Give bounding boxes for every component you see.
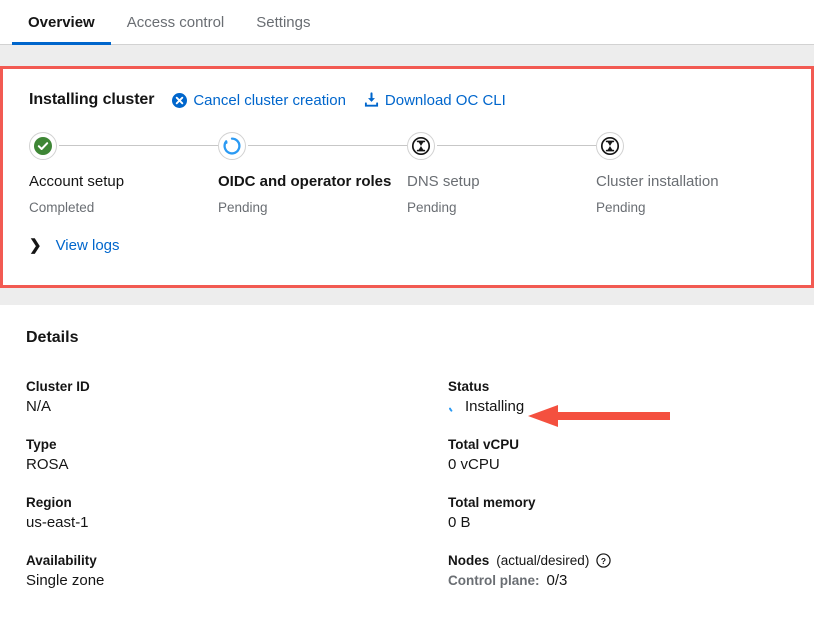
detail-region-label: Region: [26, 495, 448, 510]
detail-total-memory-label: Total memory: [448, 495, 788, 510]
detail-availability-value: Single zone: [26, 572, 448, 589]
spinner-icon: [218, 132, 246, 160]
detail-cluster-id-value: N/A: [26, 398, 448, 415]
step-cluster-installation: Cluster installation Pending: [596, 131, 785, 215]
step-dns-setup-title: DNS setup: [407, 173, 596, 190]
download-oc-cli-label: Download OC CLI: [385, 92, 506, 109]
detail-availability-label: Availability: [26, 553, 448, 568]
detail-total-vcpu-value: 0 vCPU: [448, 456, 788, 473]
step-account-setup-title: Account setup: [29, 173, 218, 190]
step-connector: [59, 145, 218, 146]
detail-region-value: us-east-1: [26, 514, 448, 531]
view-logs-toggle[interactable]: ❯ View logs: [29, 237, 120, 254]
installing-cluster-panel: Installing cluster Cancel cluster creati…: [0, 66, 814, 288]
step-oidc-operator-roles-status: Pending: [218, 200, 407, 215]
detail-type-value: ROSA: [26, 456, 448, 473]
tab-settings-label: Settings: [256, 14, 310, 31]
detail-nodes: Nodes (actual/desired) ? Control plane: …: [448, 553, 788, 589]
detail-nodes-label: Nodes (actual/desired) ?: [448, 553, 788, 568]
detail-nodes-label-text: Nodes: [448, 553, 489, 568]
cancel-cluster-creation-button[interactable]: Cancel cluster creation: [172, 92, 346, 109]
step-oidc-operator-roles: OIDC and operator roles Pending: [218, 131, 407, 215]
detail-cluster-id: Cluster ID N/A: [26, 379, 448, 415]
detail-total-vcpu-label: Total vCPU: [448, 437, 788, 452]
installation-stepper: Account setup Completed OIDC and operato…: [29, 131, 785, 215]
step-dns-setup: DNS setup Pending: [407, 131, 596, 215]
cancel-cluster-creation-label: Cancel cluster creation: [193, 92, 346, 109]
tab-access-control[interactable]: Access control: [111, 0, 241, 45]
panel-spacer: [0, 288, 814, 305]
detail-total-memory-value: 0 B: [448, 514, 788, 531]
view-logs-label: View logs: [56, 237, 120, 254]
detail-total-vcpu: Total vCPU 0 vCPU: [448, 437, 788, 473]
detail-type: Type ROSA: [26, 437, 448, 473]
details-card: Details Cluster ID N/A Status Installing…: [0, 305, 814, 633]
detail-nodes-control-plane: Control plane: 0/3: [448, 572, 788, 589]
download-oc-cli-button[interactable]: Download OC CLI: [364, 92, 506, 109]
hourglass-icon: [407, 132, 435, 160]
install-panel-title: Installing cluster: [29, 91, 154, 109]
step-connector: [437, 145, 596, 146]
detail-status: Status Installing: [448, 379, 788, 415]
tab-access-control-label: Access control: [127, 14, 225, 31]
detail-region: Region us-east-1: [26, 495, 448, 531]
detail-cluster-id-label: Cluster ID: [26, 379, 448, 394]
step-oidc-operator-roles-title: OIDC and operator roles: [218, 173, 407, 190]
detail-nodes-control-plane-label: Control plane:: [448, 573, 540, 588]
detail-availability: Availability Single zone: [26, 553, 448, 589]
install-panel-header: Installing cluster Cancel cluster creati…: [29, 91, 785, 109]
step-connector: [248, 145, 407, 146]
status-value: Installing: [448, 398, 788, 415]
step-cluster-installation-status: Pending: [596, 200, 785, 215]
svg-text:?: ?: [601, 556, 606, 566]
spinner-icon: [448, 401, 460, 413]
tab-overview-label: Overview: [28, 14, 95, 31]
chevron-right-icon: ❯: [29, 238, 42, 253]
check-circle-icon: [29, 132, 57, 160]
details-heading: Details: [26, 329, 788, 347]
download-icon: [364, 92, 379, 108]
detail-status-label: Status: [448, 379, 788, 394]
tab-overview[interactable]: Overview: [12, 0, 111, 45]
step-dns-setup-status: Pending: [407, 200, 596, 215]
cancel-circle-icon: [172, 93, 187, 108]
step-cluster-installation-title: Cluster installation: [596, 173, 785, 190]
detail-nodes-control-plane-value: 0/3: [547, 572, 568, 589]
hourglass-icon: [596, 132, 624, 160]
tab-settings[interactable]: Settings: [240, 0, 326, 45]
detail-status-text: Installing: [465, 398, 524, 415]
help-circle-icon[interactable]: ?: [596, 553, 611, 568]
tabbar-spacer: [0, 45, 814, 66]
step-account-setup-status: Completed: [29, 200, 218, 215]
details-grid: Cluster ID N/A Status Installing Type RO…: [26, 379, 788, 611]
tab-bar: Overview Access control Settings: [0, 0, 814, 45]
step-account-setup: Account setup Completed: [29, 131, 218, 215]
detail-nodes-label-suffix: (actual/desired): [496, 553, 589, 568]
detail-type-label: Type: [26, 437, 448, 452]
detail-total-memory: Total memory 0 B: [448, 495, 788, 531]
